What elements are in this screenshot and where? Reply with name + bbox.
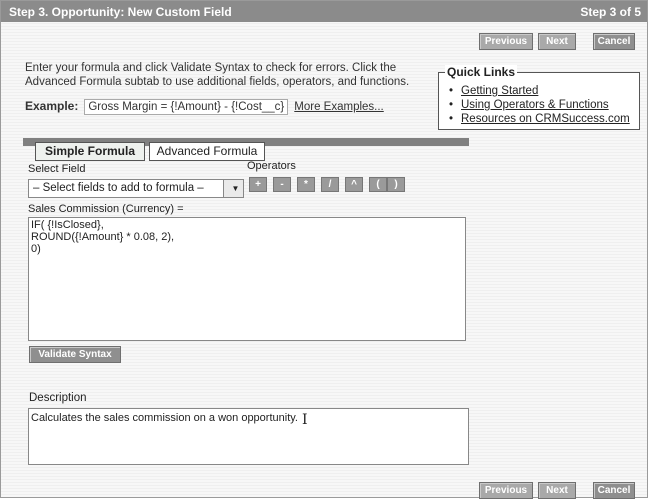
tab-advanced-formula[interactable]: Advanced Formula [149, 142, 265, 161]
operator-plus-button[interactable]: + [249, 177, 267, 192]
quick-link-crmsuccess[interactable]: Resources on CRMSuccess.com [449, 112, 630, 126]
quick-link-getting-started[interactable]: Getting Started [449, 84, 630, 98]
example-row: Example: Gross Margin = {!Amount} - {!Cos… [25, 99, 384, 115]
operator-minus-button[interactable]: - [273, 177, 291, 192]
wizard-window: Step 3. Opportunity: New Custom Field St… [0, 0, 648, 499]
example-formula: Gross Margin = {!Amount} - {!Cost__c} [84, 99, 289, 115]
previous-button-bottom[interactable]: Previous [479, 482, 533, 499]
tab-simple-formula[interactable]: Simple Formula [35, 142, 145, 161]
quick-links-list: Getting Started Using Operators & Functi… [449, 84, 630, 126]
page-title: Step 3. Opportunity: New Custom Field [9, 5, 232, 19]
more-examples-link[interactable]: More Examples... [294, 101, 383, 113]
operators-label: Operators [247, 160, 296, 172]
select-field-value: – Select fields to add to formula – [33, 182, 204, 194]
quick-links-title: Quick Links [445, 65, 518, 79]
operator-exponent-button[interactable]: ^ [345, 177, 363, 192]
operator-divide-button[interactable]: / [321, 177, 339, 192]
formula-label: Sales Commission (Currency) = [28, 203, 184, 215]
quick-links-box: Quick Links Getting Started Using Operat… [438, 65, 640, 130]
validate-syntax-button[interactable]: Validate Syntax [29, 346, 121, 363]
quick-link-operators-functions[interactable]: Using Operators & Functions [449, 98, 630, 112]
title-bar: Step 3. Opportunity: New Custom Field St… [1, 1, 647, 22]
text-cursor-icon: I [302, 412, 308, 428]
operator-multiply-button[interactable]: * [297, 177, 315, 192]
operator-open-paren-button[interactable]: ( [369, 177, 387, 192]
instructions-text: Enter your formula and click Validate Sy… [25, 61, 415, 89]
description-text: Calculates the sales commission on a won… [31, 412, 298, 424]
description-label: Description [29, 392, 87, 404]
operator-close-paren-button[interactable]: ) [387, 177, 405, 192]
next-button-top[interactable]: Next [538, 33, 576, 50]
chevron-down-icon: ▼ [223, 180, 243, 197]
select-field-dropdown[interactable]: – Select fields to add to formula – ▼ [28, 179, 244, 198]
previous-button-top[interactable]: Previous [479, 33, 533, 50]
example-label: Example: [25, 99, 79, 113]
next-button-bottom[interactable]: Next [538, 482, 576, 499]
formula-editor[interactable]: IF( {!IsClosed}, ROUND({!Amount} * 0.08,… [28, 217, 466, 341]
select-field-label: Select Field [28, 163, 86, 175]
cancel-button-top[interactable]: Cancel [593, 33, 635, 50]
cancel-button-bottom[interactable]: Cancel [593, 482, 635, 499]
instructions-line-2: Advanced Formula subtab to use additiona… [25, 76, 410, 88]
instructions-line-1: Enter your formula and click Validate Sy… [25, 62, 397, 74]
description-field[interactable]: Calculates the sales commission on a won… [28, 408, 469, 465]
step-indicator: Step 3 of 5 [580, 5, 641, 19]
